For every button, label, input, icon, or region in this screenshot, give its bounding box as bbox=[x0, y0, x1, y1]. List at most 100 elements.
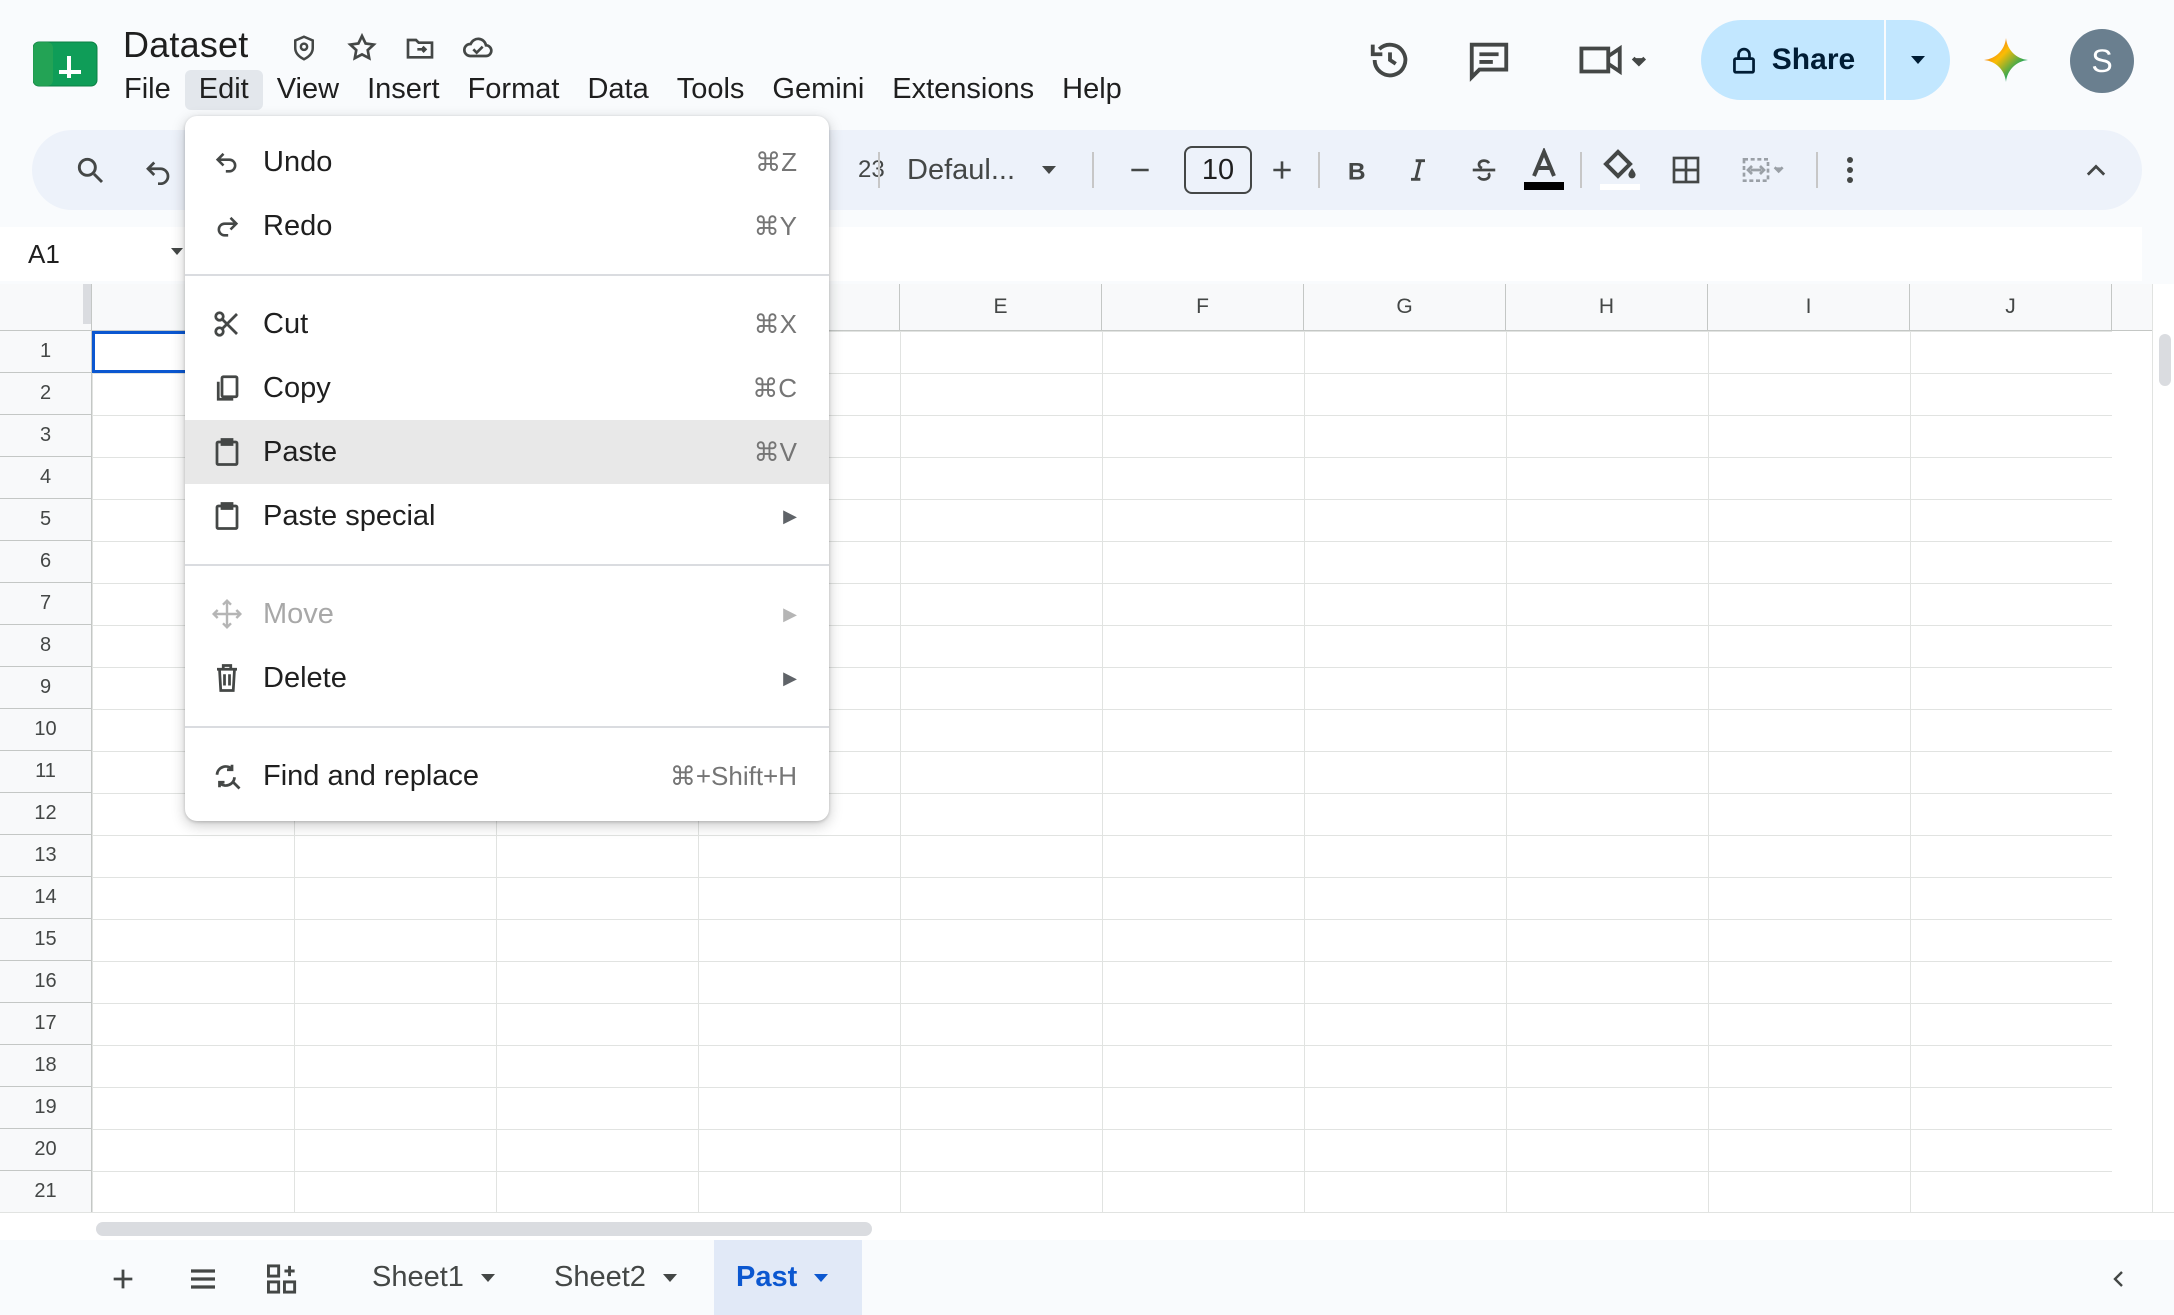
column-header-j[interactable]: J bbox=[1910, 284, 2112, 331]
text-color-icon[interactable] bbox=[1518, 146, 1570, 194]
column-header-i[interactable]: I bbox=[1708, 284, 1910, 331]
menu-divider bbox=[185, 564, 829, 566]
collapse-panel-icon[interactable] bbox=[2098, 1258, 2140, 1300]
scroll-thumb[interactable] bbox=[2159, 334, 2171, 386]
undo-icon[interactable] bbox=[134, 146, 182, 194]
italic-icon[interactable] bbox=[1396, 146, 1440, 194]
caret-down-icon[interactable] bbox=[170, 247, 184, 257]
menu-insert[interactable]: Insert bbox=[353, 70, 454, 110]
row-header[interactable]: 2 bbox=[0, 373, 92, 415]
more-options-icon[interactable] bbox=[1832, 146, 1868, 194]
column-header-e[interactable]: E bbox=[900, 284, 1102, 331]
cloud-saved-icon[interactable] bbox=[460, 30, 496, 66]
row-header[interactable]: 15 bbox=[0, 919, 92, 961]
menu-gemini[interactable]: Gemini bbox=[758, 70, 878, 110]
menu-tools[interactable]: Tools bbox=[663, 70, 759, 110]
row-header[interactable]: 11 bbox=[0, 751, 92, 793]
decrease-font-size-button[interactable] bbox=[1118, 146, 1162, 194]
row-header[interactable]: 13 bbox=[0, 835, 92, 877]
share-options-button[interactable] bbox=[1886, 20, 1950, 100]
menu-help[interactable]: Help bbox=[1048, 70, 1136, 110]
strikethrough-icon[interactable] bbox=[1462, 146, 1506, 194]
borders-icon[interactable] bbox=[1662, 146, 1710, 194]
menu-item-label: Paste bbox=[263, 435, 338, 468]
menu-file[interactable]: File bbox=[110, 70, 185, 110]
caret-down-icon[interactable] bbox=[662, 1273, 678, 1283]
menu-item-copy[interactable]: Copy ⌘C bbox=[185, 356, 829, 420]
menu-item-cut[interactable]: Cut ⌘X bbox=[185, 292, 829, 356]
merge-cells-icon[interactable] bbox=[1728, 146, 1800, 194]
font-family-select[interactable]: Defaul... bbox=[907, 146, 1057, 194]
scissors-icon bbox=[211, 308, 243, 340]
meet-icon[interactable] bbox=[1574, 36, 1654, 84]
vertical-scrollbar[interactable] bbox=[2152, 284, 2174, 1212]
version-history-icon[interactable] bbox=[1366, 36, 1414, 84]
menu-item-redo[interactable]: Redo ⌘Y bbox=[185, 194, 829, 258]
chevron-up-icon[interactable] bbox=[2072, 146, 2120, 194]
menu-item-move[interactable]: Move ▶ bbox=[185, 582, 829, 646]
menu-item-undo[interactable]: Undo ⌘Z bbox=[185, 130, 829, 194]
row-header[interactable]: 12 bbox=[0, 793, 92, 835]
row-header[interactable]: 7 bbox=[0, 583, 92, 625]
caret-down-icon[interactable] bbox=[813, 1273, 829, 1283]
menu-edit[interactable]: Edit bbox=[184, 70, 263, 110]
row-header[interactable]: 4 bbox=[0, 457, 92, 499]
avatar[interactable]: S bbox=[2070, 29, 2134, 93]
shield-icon[interactable] bbox=[286, 30, 322, 66]
menu-item-find-and-replace[interactable]: Find and replace ⌘+Shift+H bbox=[185, 744, 829, 808]
row-header[interactable]: 21 bbox=[0, 1171, 92, 1212]
select-all-corner[interactable] bbox=[0, 284, 92, 331]
all-sheets-icon[interactable] bbox=[182, 1258, 224, 1300]
menu-item-paste-special[interactable]: Paste special ▶ bbox=[185, 484, 829, 548]
sheet-tab-sheet1[interactable]: Sheet1 bbox=[350, 1240, 518, 1315]
row-header[interactable]: 10 bbox=[0, 709, 92, 751]
gemini-icon[interactable] bbox=[1982, 36, 2030, 84]
menu-format[interactable]: Format bbox=[454, 70, 574, 110]
menu-extensions[interactable]: Extensions bbox=[878, 70, 1048, 110]
row-header[interactable]: 16 bbox=[0, 961, 92, 1003]
row-header[interactable]: 1 bbox=[0, 331, 92, 373]
row-header[interactable]: 8 bbox=[0, 625, 92, 667]
row-header[interactable]: 20 bbox=[0, 1129, 92, 1171]
more-formats-label[interactable]: 23 bbox=[858, 156, 885, 184]
sheet-tab-past[interactable]: Past bbox=[714, 1240, 862, 1315]
menu-view[interactable]: View bbox=[263, 70, 353, 110]
fill-color-icon[interactable] bbox=[1594, 146, 1646, 194]
caret-down-icon bbox=[1911, 56, 1925, 64]
star-icon[interactable] bbox=[344, 30, 380, 66]
menu-data[interactable]: Data bbox=[573, 70, 662, 110]
row-header[interactable]: 5 bbox=[0, 499, 92, 541]
row-header[interactable]: 18 bbox=[0, 1045, 92, 1087]
sheets-logo-icon[interactable] bbox=[32, 38, 101, 90]
caret-down-icon[interactable] bbox=[480, 1273, 496, 1283]
row-header[interactable]: 19 bbox=[0, 1087, 92, 1129]
name-box[interactable]: A1 bbox=[28, 239, 60, 270]
explore-icon[interactable] bbox=[262, 1258, 304, 1300]
row-header[interactable]: 6 bbox=[0, 541, 92, 583]
row-header[interactable]: 17 bbox=[0, 1003, 92, 1045]
sheet-tab-sheet2[interactable]: Sheet2 bbox=[532, 1240, 700, 1315]
column-header-g[interactable]: G bbox=[1304, 284, 1506, 331]
menu-item-paste[interactable]: Paste ⌘V bbox=[185, 420, 829, 484]
comments-icon[interactable] bbox=[1465, 36, 1513, 84]
menu-divider bbox=[185, 726, 829, 728]
scroll-thumb[interactable] bbox=[96, 1222, 872, 1236]
document-title[interactable]: Dataset bbox=[123, 24, 248, 66]
add-sheet-icon[interactable] bbox=[102, 1258, 144, 1300]
increase-font-size-button[interactable] bbox=[1260, 146, 1304, 194]
column-header-k[interactable] bbox=[2112, 284, 2154, 331]
row-header[interactable]: 9 bbox=[0, 667, 92, 709]
row-header[interactable]: 14 bbox=[0, 877, 92, 919]
search-menus-icon[interactable] bbox=[66, 146, 114, 194]
column-header-h[interactable]: H bbox=[1506, 284, 1708, 331]
row-header[interactable]: 3 bbox=[0, 415, 92, 457]
share-button[interactable]: Share bbox=[1701, 20, 1886, 100]
bold-icon[interactable]: B bbox=[1334, 146, 1378, 194]
menu-item-shortcut: ⌘Z bbox=[755, 146, 797, 177]
menu-item-delete[interactable]: Delete ▶ bbox=[185, 646, 829, 710]
column-header-f[interactable]: F bbox=[1102, 284, 1304, 331]
horizontal-scrollbar[interactable] bbox=[0, 1212, 2174, 1240]
move-to-folder-icon[interactable] bbox=[402, 30, 438, 66]
menu-item-label: Copy bbox=[263, 371, 331, 404]
font-size-input[interactable]: 10 bbox=[1184, 146, 1252, 194]
